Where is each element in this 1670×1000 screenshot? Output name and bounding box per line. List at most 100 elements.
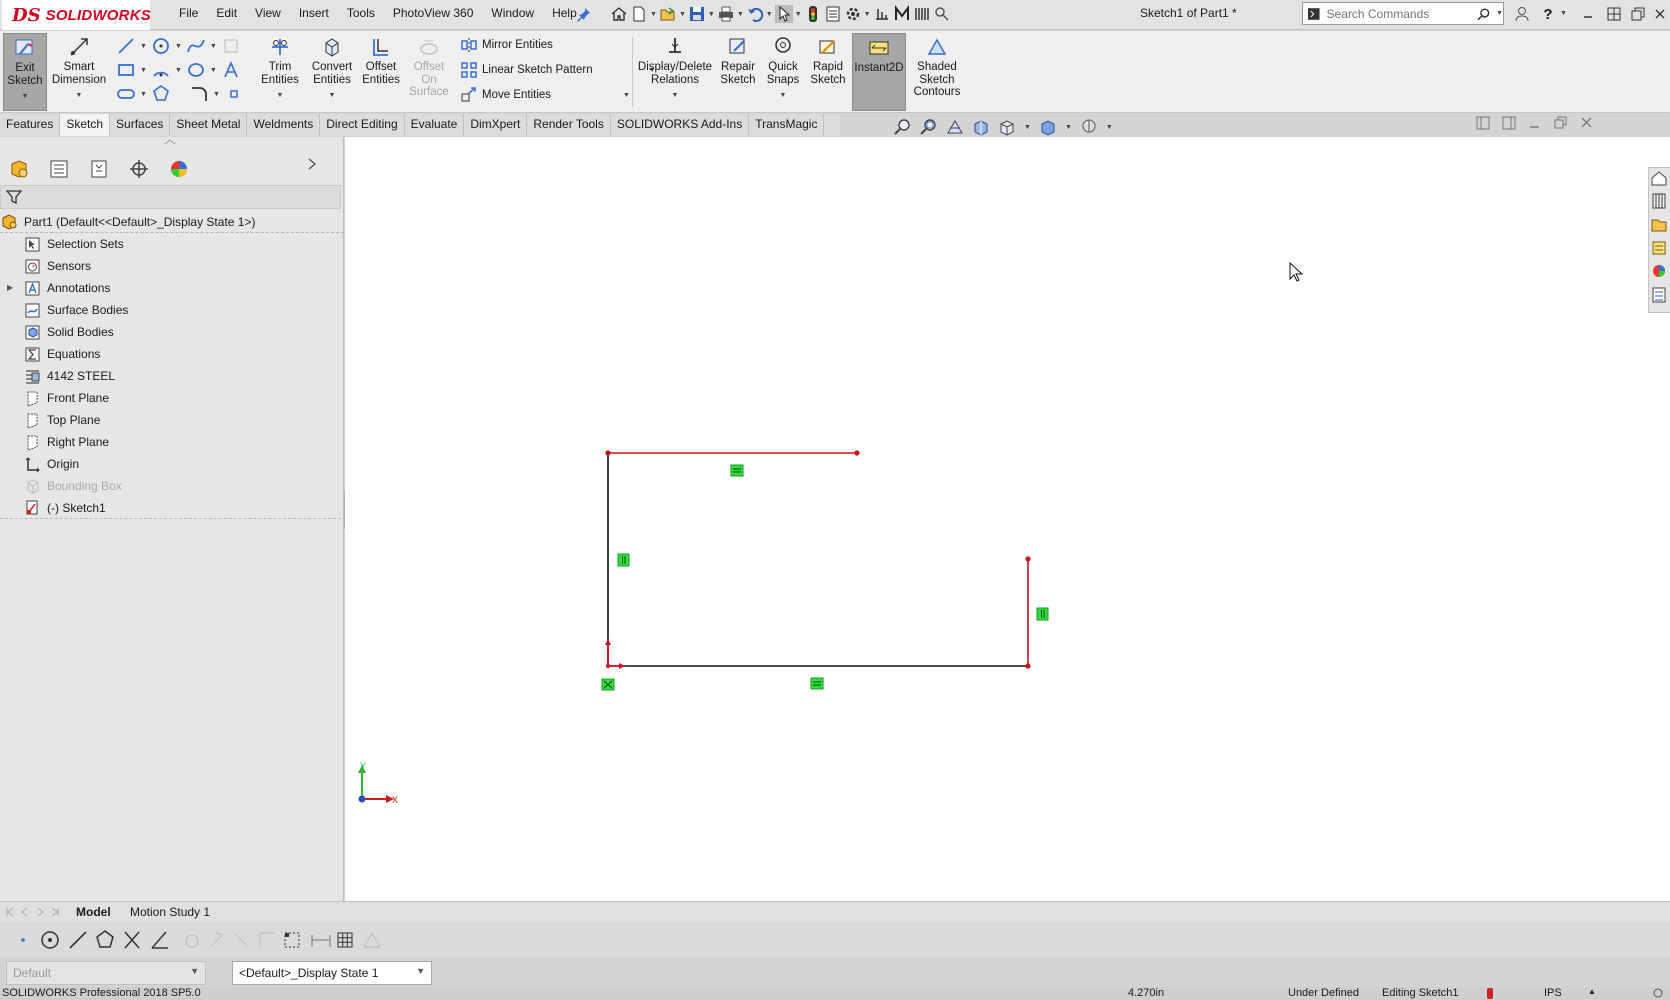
task-pane-design-library-icon[interactable] bbox=[1651, 219, 1667, 232]
tree-item-selection-sets[interactable]: Selection Sets bbox=[0, 233, 344, 255]
tab-solidworks-add-ins[interactable]: SOLIDWORKS Add-Ins bbox=[611, 114, 750, 136]
tab-direct-editing[interactable]: Direct Editing bbox=[320, 114, 405, 136]
property-manager-tab-icon[interactable] bbox=[48, 158, 70, 180]
tab-sketch[interactable]: Sketch bbox=[60, 114, 111, 136]
expand-arrow-icon[interactable]: ▶ bbox=[7, 283, 13, 292]
quick-snaps-button[interactable]: Quick Snaps ▼ bbox=[762, 33, 804, 111]
tree-item-sensors[interactable]: Sensors bbox=[0, 255, 344, 277]
convert-dropdown-icon[interactable]: ▼ bbox=[329, 90, 336, 103]
restore-window-icon[interactable] bbox=[1628, 5, 1648, 23]
offset-on-surface-button[interactable]: Offset On Surface bbox=[406, 33, 452, 111]
open-dropdown-icon[interactable]: ▼ bbox=[679, 11, 686, 18]
last-tab-icon[interactable] bbox=[49, 906, 61, 918]
linear-sketch-pattern-button[interactable]: Linear Sketch Pattern ▼ bbox=[460, 61, 656, 79]
open-icon[interactable] bbox=[659, 5, 677, 23]
trim-dropdown-icon[interactable]: ▼ bbox=[277, 90, 284, 103]
display-delete-relations-button[interactable]: Display/Delete Relations ▼ bbox=[636, 33, 714, 111]
sketch-endpoint[interactable] bbox=[854, 450, 860, 456]
dimension-toggle-icon[interactable] bbox=[311, 935, 331, 947]
search-icon[interactable] bbox=[1476, 7, 1491, 21]
rebuild-icon[interactable] bbox=[804, 5, 822, 23]
units-dropdown-icon[interactable]: ▲ bbox=[1588, 987, 1596, 996]
view-orientation-dropdown-icon[interactable]: ▼ bbox=[1024, 124, 1031, 131]
solidworks-logo[interactable]: DS SOLIDWORKS bbox=[2, 0, 151, 30]
move-dropdown-icon[interactable]: ▼ bbox=[623, 92, 630, 99]
line-tool-icon[interactable] bbox=[116, 36, 136, 56]
sketch-grid-icon[interactable] bbox=[284, 932, 300, 948]
smart-dimension-dropdown-icon[interactable]: ▼ bbox=[76, 90, 83, 103]
tree-root-part[interactable]: Part1 (Default<<Default>_Display State 1… bbox=[0, 211, 344, 233]
sketch-endpoint[interactable] bbox=[1025, 556, 1031, 562]
document-restore-icon[interactable] bbox=[1554, 116, 1568, 130]
toolbox-icon[interactable] bbox=[913, 5, 931, 23]
trim-entities-button[interactable]: Trim Entities ▼ bbox=[255, 33, 305, 111]
next-tab-icon[interactable] bbox=[34, 906, 46, 918]
previous-tab-icon[interactable] bbox=[19, 906, 31, 918]
status-customize-icon[interactable] bbox=[1652, 987, 1664, 999]
dimxpert-manager-tab-icon[interactable] bbox=[128, 158, 150, 180]
save-dropdown-icon[interactable]: ▼ bbox=[708, 11, 715, 18]
options-icon[interactable] bbox=[844, 5, 862, 23]
tree-item-surface-bodies[interactable]: Surface Bodies bbox=[0, 299, 344, 321]
tab-transmagic[interactable]: TransMagic bbox=[749, 114, 825, 136]
view-orientation-icon[interactable] bbox=[998, 118, 1016, 136]
rectangle-tool-icon[interactable] bbox=[116, 60, 136, 80]
spline-dropdown-icon[interactable]: ▼ bbox=[210, 43, 217, 50]
convert-entities-button[interactable]: Convert Entities ▼ bbox=[306, 33, 358, 111]
options-dropdown-icon[interactable]: ▼ bbox=[864, 11, 871, 18]
display-style-dropdown-icon[interactable]: ▼ bbox=[1065, 124, 1072, 131]
new-dropdown-icon[interactable]: ▼ bbox=[650, 11, 657, 18]
menu-edit[interactable]: Edit bbox=[207, 6, 246, 20]
menu-photoview[interactable]: PhotoView 360 bbox=[384, 6, 483, 20]
mirror-entities-button[interactable]: Mirror Entities bbox=[460, 36, 553, 54]
tile-window-icon[interactable] bbox=[1604, 5, 1624, 23]
rectangle-dropdown-icon[interactable]: ▼ bbox=[140, 67, 147, 74]
sketch-endpoint[interactable] bbox=[1025, 663, 1031, 669]
select-dropdown-icon[interactable]: ▼ bbox=[795, 11, 802, 18]
status-units[interactable]: IPS bbox=[1544, 987, 1562, 999]
graphics-area[interactable]: Y X bbox=[345, 137, 1670, 901]
tree-item-annotations[interactable]: ▶ Annotations bbox=[0, 277, 344, 299]
new-document-icon[interactable] bbox=[630, 5, 648, 23]
menu-insert[interactable]: Insert bbox=[290, 6, 338, 20]
line-icon[interactable] bbox=[69, 931, 87, 949]
panel-collapse-grip[interactable] bbox=[155, 139, 185, 145]
print-icon[interactable] bbox=[717, 5, 735, 23]
help-search-icon[interactable] bbox=[933, 5, 951, 23]
menu-tools[interactable]: Tools bbox=[338, 6, 384, 20]
grid-icon[interactable] bbox=[337, 932, 353, 948]
search-input[interactable] bbox=[1326, 6, 1477, 21]
task-pane-appearances-icon[interactable] bbox=[1653, 265, 1665, 277]
tab-dimxpert[interactable]: DimXpert bbox=[464, 114, 528, 136]
arc-dropdown-icon[interactable]: ▼ bbox=[175, 67, 182, 74]
horizontal-relation-icon[interactable] bbox=[810, 677, 824, 690]
file-properties-icon[interactable] bbox=[824, 5, 842, 23]
tab-surfaces[interactable]: Surfaces bbox=[110, 114, 171, 136]
document-minimize-icon[interactable] bbox=[1528, 116, 1542, 130]
home-icon[interactable] bbox=[610, 5, 628, 23]
spline-tool-icon[interactable] bbox=[186, 36, 206, 56]
exit-sketch-dropdown-icon[interactable]: ▼ bbox=[22, 91, 29, 104]
rapid-sketch-button[interactable]: Rapid Sketch bbox=[806, 33, 850, 111]
task-pane-resources-icon[interactable] bbox=[1652, 193, 1666, 209]
angle-icon[interactable] bbox=[151, 931, 168, 949]
macro-icon[interactable] bbox=[893, 5, 911, 23]
panel-expand-icon[interactable] bbox=[306, 157, 318, 171]
tree-item-equations[interactable]: Equations bbox=[0, 343, 344, 365]
print-dropdown-icon[interactable]: ▼ bbox=[737, 11, 744, 18]
line-dropdown-icon[interactable]: ▼ bbox=[140, 43, 147, 50]
tree-item-material[interactable]: 4142 STEEL bbox=[0, 365, 344, 387]
arc-tool-icon[interactable] bbox=[151, 60, 171, 80]
pin-menu-icon[interactable] bbox=[576, 4, 592, 24]
smart-dimension-button[interactable]: Smart Dimension ▼ bbox=[50, 33, 108, 111]
display-style-icon[interactable] bbox=[1039, 118, 1057, 136]
tab-model[interactable]: Model bbox=[76, 905, 111, 919]
fillet-dropdown-icon[interactable]: ▼ bbox=[213, 91, 220, 98]
move-entities-button[interactable]: Move Entities ▼ bbox=[460, 86, 630, 104]
previous-view-icon[interactable] bbox=[946, 118, 964, 136]
tab-sheet-metal[interactable]: Sheet Metal bbox=[170, 114, 248, 136]
task-pane-custom-properties-icon[interactable] bbox=[1652, 287, 1666, 303]
search-dropdown-icon[interactable]: ▼ bbox=[1496, 10, 1503, 17]
ellipse-tool-icon[interactable] bbox=[186, 60, 206, 80]
slot-dropdown-icon[interactable]: ▼ bbox=[140, 91, 147, 98]
